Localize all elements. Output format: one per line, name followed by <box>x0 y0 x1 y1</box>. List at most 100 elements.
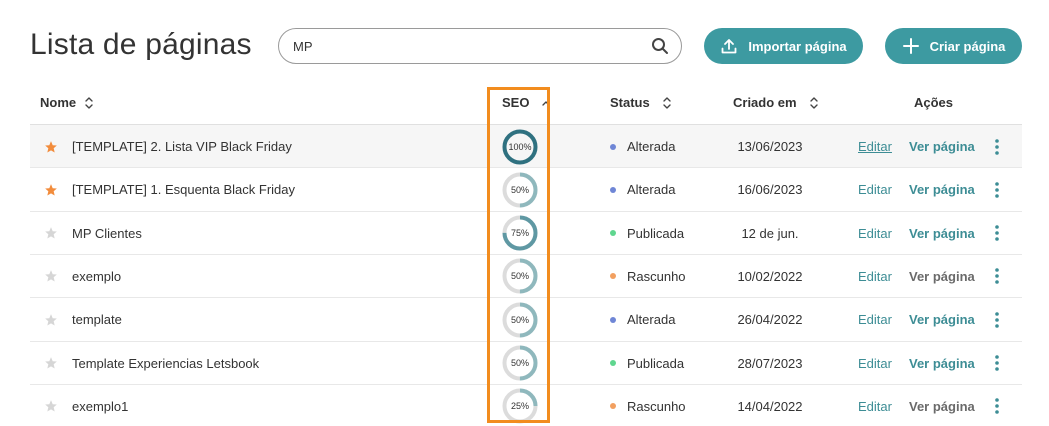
status-badge: Alterada <box>610 298 675 341</box>
column-header-actions: Ações <box>914 95 953 110</box>
status-label: Alterada <box>627 139 676 154</box>
more-vertical-icon[interactable] <box>992 168 1002 211</box>
seo-score-label: 50% <box>511 271 529 281</box>
edit-link[interactable]: Editar <box>858 385 892 426</box>
status-dot <box>610 403 616 410</box>
page-name[interactable]: MP Clientes <box>72 212 142 255</box>
status-label: Publicada <box>627 225 685 241</box>
seo-score-ring: 50% <box>501 298 539 341</box>
page-title: Lista de páginas <box>30 28 252 61</box>
more-vertical-icon[interactable] <box>992 212 1002 255</box>
sort-icon[interactable] <box>809 96 819 110</box>
create-page-button[interactable]: Criar página <box>885 28 1022 64</box>
star-icon[interactable] <box>44 255 58 298</box>
status-dot <box>610 360 616 366</box>
edit-link[interactable]: Editar <box>858 298 892 341</box>
more-vertical-icon[interactable] <box>992 385 1002 426</box>
page-name[interactable]: exemplo1 <box>72 385 128 426</box>
edit-link[interactable]: Editar <box>858 168 892 211</box>
column-header-actions-label: Ações <box>914 95 954 110</box>
more-vertical-icon[interactable] <box>992 125 1002 168</box>
page-name[interactable]: Template Experiencias Letsbook <box>72 342 259 385</box>
table-row: Template Experiencias Letsbook 50% Publi… <box>30 340 1022 385</box>
seo-score-ring: 50% <box>501 342 539 385</box>
edit-link[interactable]: Editar <box>858 342 892 385</box>
create-page-label: Criar página <box>929 38 1006 54</box>
more-vertical-icon[interactable] <box>992 298 1002 341</box>
column-header-status-label: Status <box>610 95 650 110</box>
table-row: [TEMPLATE] 2. Lista VIP Black Friday 100… <box>30 124 1022 167</box>
created-date: 13/06/2023 <box>737 139 803 154</box>
status-label: Alterada <box>627 182 676 198</box>
star-icon[interactable] <box>44 168 58 211</box>
status-badge: Rascunho <box>610 385 686 426</box>
status-badge: Publicada <box>610 342 684 385</box>
table-row: exemplo1 25% Rascunho 14/04/2022 Editar … <box>30 383 1022 426</box>
seo-score-label: 50% <box>511 315 529 325</box>
seo-score-ring: 50% <box>501 255 539 298</box>
star-icon[interactable] <box>44 385 58 426</box>
sort-icon[interactable] <box>662 96 672 110</box>
seo-score-label: 50% <box>511 358 529 368</box>
created-date: 26/04/2022 <box>737 312 803 328</box>
status-badge: Rascunho <box>610 255 686 298</box>
star-icon[interactable] <box>44 212 58 255</box>
seo-score-label: 25% <box>511 401 529 411</box>
status-label: Alterada <box>627 312 676 328</box>
search-icon[interactable] <box>651 37 669 55</box>
edit-link[interactable]: Editar <box>858 125 892 168</box>
plus-icon <box>902 37 920 55</box>
status-dot <box>610 143 616 150</box>
status-label: Rascunho <box>627 398 686 414</box>
created-date: 16/06/2023 <box>737 182 803 198</box>
view-page-link[interactable]: Ver página <box>909 342 975 385</box>
created-date: 10/02/2022 <box>737 268 803 284</box>
view-page-link[interactable]: Ver página <box>909 385 975 426</box>
search-box[interactable] <box>278 28 682 64</box>
star-icon[interactable] <box>44 298 58 341</box>
table-row: [TEMPLATE] 1. Esquenta Black Friday 50% … <box>30 167 1022 210</box>
view-page-link[interactable]: Ver página <box>909 125 975 168</box>
page-name[interactable]: [TEMPLATE] 2. Lista VIP Black Friday <box>72 125 292 168</box>
star-icon[interactable] <box>44 125 58 168</box>
seo-score-ring: 25% <box>501 385 539 426</box>
status-label: Publicada <box>627 355 685 371</box>
column-header-created-label: Criado em <box>733 95 797 110</box>
status-badge: Alterada <box>610 168 675 211</box>
status-dot <box>610 230 616 237</box>
status-dot <box>610 316 616 323</box>
column-header-name[interactable]: Nome <box>40 95 94 110</box>
status-dot <box>610 273 616 280</box>
page-name[interactable]: exemplo <box>72 255 121 298</box>
edit-link[interactable]: Editar <box>858 255 892 298</box>
more-vertical-icon[interactable] <box>992 342 1002 385</box>
seo-score-ring: 50% <box>501 168 539 211</box>
seo-score-ring: 100% <box>501 125 539 168</box>
view-page-link[interactable]: Ver página <box>909 212 975 255</box>
edit-link[interactable]: Editar <box>858 212 892 255</box>
status-dot <box>610 186 616 193</box>
page-name[interactable]: template <box>72 298 122 341</box>
view-page-link[interactable]: Ver página <box>909 168 975 211</box>
seo-score-label: 75% <box>511 228 529 238</box>
sort-icon[interactable] <box>84 96 94 110</box>
star-icon[interactable] <box>44 342 58 385</box>
created-date: 14/04/2022 <box>737 398 803 414</box>
view-page-link[interactable]: Ver página <box>909 255 975 298</box>
import-page-button[interactable]: Importar página <box>704 28 863 64</box>
column-header-status[interactable]: Status <box>610 95 672 110</box>
status-badge: Alterada <box>610 125 675 168</box>
seo-score-label: 100% <box>508 142 531 152</box>
table-row: template 50% Alterada 26/04/2022 Editar … <box>30 297 1022 340</box>
seo-score-ring: 75% <box>501 212 539 255</box>
view-page-link[interactable]: Ver página <box>909 298 975 341</box>
column-header-seo[interactable]: SEO <box>502 95 551 110</box>
search-input[interactable] <box>293 29 643 63</box>
more-vertical-icon[interactable] <box>992 255 1002 298</box>
column-header-created[interactable]: Criado em <box>733 95 819 110</box>
page-name[interactable]: [TEMPLATE] 1. Esquenta Black Friday <box>72 168 295 211</box>
import-page-label: Importar página <box>748 38 847 54</box>
table-row: exemplo 50% Rascunho 10/02/2022 Editar V… <box>30 253 1022 298</box>
sort-asc-icon[interactable] <box>541 96 551 110</box>
status-badge: Publicada <box>610 212 684 255</box>
